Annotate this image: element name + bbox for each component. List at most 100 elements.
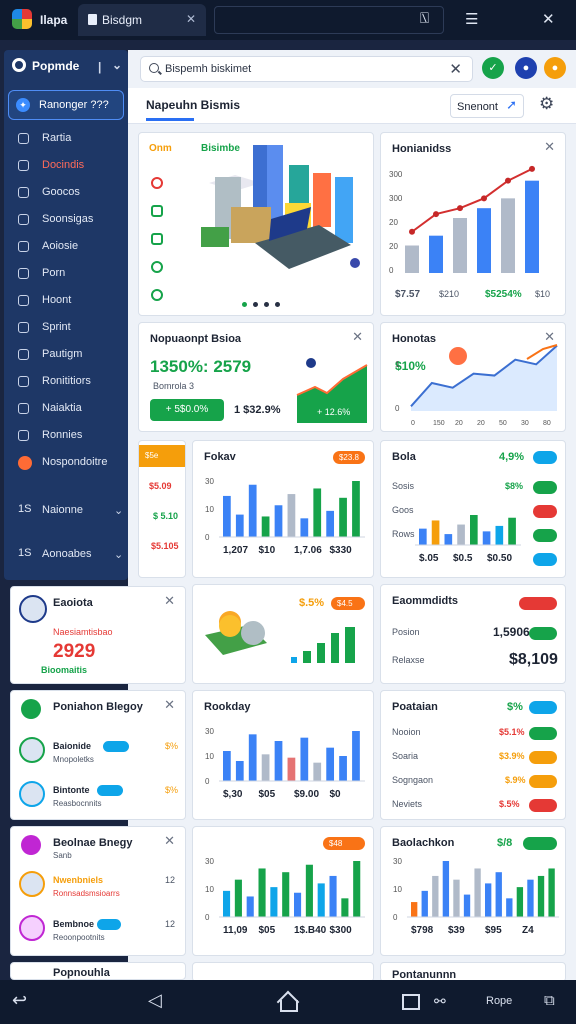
close-icon[interactable]: ✕ bbox=[542, 10, 555, 28]
chart-bar bbox=[339, 497, 347, 537]
tab-active[interactable]: Bisdgm ✕ bbox=[78, 4, 206, 36]
app-logo-icon bbox=[12, 9, 32, 29]
back-icon[interactable]: ↩ bbox=[12, 990, 27, 1011]
close-icon[interactable]: ✕ bbox=[352, 329, 363, 345]
person-role: Mnopoletks bbox=[53, 755, 94, 764]
badge bbox=[529, 627, 557, 640]
chart-bar bbox=[261, 516, 270, 537]
user-icon[interactable]: ● bbox=[515, 57, 537, 79]
x-label: $0.50 bbox=[487, 553, 512, 564]
tick-label: 30 bbox=[205, 727, 214, 736]
search-input[interactable]: Bispemh biskimet ✕ bbox=[140, 56, 473, 82]
sidebar-item-icon bbox=[18, 456, 32, 470]
tick-label: 20 bbox=[389, 242, 398, 251]
kpi-value: 1350%: 2579 bbox=[150, 357, 252, 376]
badge bbox=[529, 775, 557, 788]
chevron-down-icon[interactable]: ⌄ bbox=[112, 58, 122, 72]
badge bbox=[529, 799, 557, 812]
value-label: $ 5.10 bbox=[153, 511, 179, 521]
home-icon[interactable] bbox=[276, 992, 298, 1012]
tick-label: 30 bbox=[393, 857, 402, 866]
gear-icon[interactable]: ⚙ bbox=[539, 94, 554, 114]
chart-bar bbox=[432, 875, 439, 917]
chart-bar bbox=[470, 515, 478, 545]
chart-bar bbox=[501, 198, 515, 273]
line-chart: 1 0 0 150 20 20 50 30 80 bbox=[395, 344, 558, 427]
chart-bar bbox=[294, 892, 302, 917]
bottom-navigation: ↩ ◁ ⚯ Rope ⧉ bbox=[0, 980, 576, 1024]
sidebar-item-label: Naiaktia bbox=[42, 402, 82, 414]
tab-label: Bisdgm bbox=[102, 13, 143, 27]
chart-point bbox=[529, 165, 535, 172]
tablet-icon[interactable]: ⍂ bbox=[420, 10, 429, 27]
recent-apps-icon[interactable] bbox=[402, 994, 420, 1010]
chart-bar bbox=[421, 890, 428, 917]
sidebar-item-label: Nospondoitre bbox=[42, 456, 108, 468]
x-label: $330 bbox=[330, 545, 353, 556]
close-icon[interactable]: ✕ bbox=[164, 833, 175, 849]
card-poniahon: Poniahon Blegoy ✕ Baionide Mnopoletks $%… bbox=[10, 690, 186, 820]
value-label: $5.105 bbox=[151, 541, 179, 551]
close-icon[interactable]: ✕ bbox=[164, 593, 175, 609]
avatar bbox=[19, 781, 45, 807]
x-label: $0.5 bbox=[453, 553, 473, 564]
windows-icon[interactable]: ⧉ bbox=[544, 992, 555, 1009]
carousel-dots[interactable] bbox=[239, 299, 283, 310]
value-label: $% bbox=[165, 741, 179, 751]
chart-bar bbox=[474, 868, 481, 917]
status-check-icon[interactable]: ✓ bbox=[482, 57, 504, 79]
card-partial: Pontanunnn bbox=[380, 962, 566, 982]
header-action-button[interactable]: Snenont ➚ bbox=[450, 94, 524, 118]
hero-card: Onm Bisimbe bbox=[138, 132, 374, 316]
sidebar-item-icon bbox=[18, 376, 29, 387]
bottom-label: Rope bbox=[486, 995, 513, 1007]
tick-label: 0 bbox=[205, 533, 210, 542]
chart-bar bbox=[223, 495, 231, 537]
sidebar-item-label: Ronnies bbox=[42, 429, 83, 441]
sidebar-item-active[interactable]: ✦ Ranonger ??? bbox=[8, 90, 124, 120]
sidebar-brand[interactable]: Popmde | ⌄ bbox=[12, 58, 122, 78]
row-label: Soaria bbox=[392, 751, 419, 761]
card-baolachkon: Baolachkon $/8 30 10 0 $798 $39 $95 Z4 bbox=[380, 826, 566, 956]
chart-bar bbox=[516, 887, 524, 917]
value-label: $5.09 bbox=[149, 481, 172, 491]
sidebar-item-label: Rartia bbox=[42, 132, 72, 144]
chart-bar bbox=[313, 762, 322, 781]
card-bola: Bola 4,9% Sosis $8% Goos Rows $.05 $0.5 $0… bbox=[380, 440, 566, 578]
x-label: 20 bbox=[455, 420, 463, 427]
bar-chart: 30 10 0 $,30 $05 $9.00 $0 bbox=[205, 727, 365, 800]
x-label: $10 bbox=[259, 545, 276, 556]
triangle-back-icon[interactable]: ◁ bbox=[148, 990, 162, 1011]
chart-bar bbox=[246, 896, 254, 917]
x-label: Z4 bbox=[522, 925, 534, 936]
chart-bar bbox=[313, 488, 322, 537]
search-icon bbox=[149, 63, 159, 73]
row-value: $3.9% bbox=[499, 751, 525, 761]
kpi-badge: 1 $32.9% bbox=[234, 404, 281, 416]
window-icon[interactable]: ☰ bbox=[465, 10, 478, 28]
card-partial bbox=[192, 962, 374, 982]
notification-icon[interactable]: ● bbox=[544, 57, 566, 79]
close-icon[interactable]: ✕ bbox=[164, 697, 175, 713]
tick-label: 1 bbox=[395, 360, 400, 369]
address-bar[interactable] bbox=[214, 6, 444, 34]
chevron-down-icon: ⌄ bbox=[114, 549, 124, 561]
x-label: $798 bbox=[411, 925, 434, 936]
x-label: 11,09 bbox=[223, 925, 248, 936]
kpi-badge: + 12.6% bbox=[311, 403, 357, 421]
badge bbox=[97, 785, 123, 796]
brand-icon bbox=[12, 58, 26, 72]
x-label: $300 bbox=[330, 925, 353, 936]
x-label: $95 bbox=[485, 925, 502, 936]
value-label: $5254% bbox=[485, 289, 522, 300]
tab-close-icon[interactable]: ✕ bbox=[186, 12, 196, 26]
clear-icon[interactable]: ✕ bbox=[449, 60, 462, 78]
tick-label: 300 bbox=[389, 194, 403, 203]
row-label: Nooion bbox=[392, 727, 421, 737]
person-name: Baionide bbox=[53, 741, 92, 751]
screenshot-icon[interactable]: ⚯ bbox=[434, 993, 446, 1010]
chart-bar bbox=[444, 534, 453, 545]
sidebar-item-icon bbox=[18, 322, 29, 333]
chart-bar bbox=[274, 741, 283, 781]
card-fokav: Fokav $23.8 30 10 0 1,207 $10 1,7.06 $330 bbox=[192, 440, 374, 578]
